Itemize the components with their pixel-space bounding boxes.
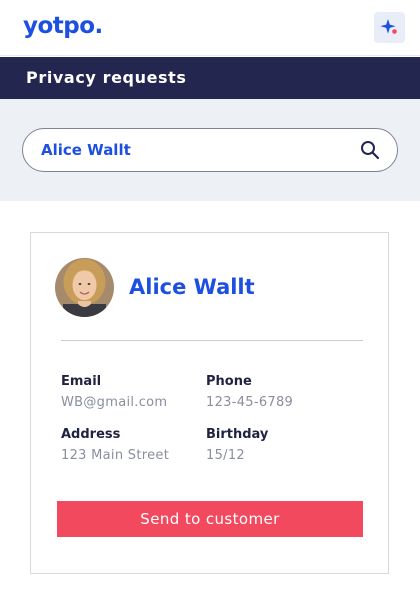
email-field: Email WB@gmail.com [61, 374, 167, 410]
phone-label: Phone [206, 374, 252, 389]
send-to-customer-button[interactable]: Send to customer [57, 501, 363, 537]
avatar-photo [55, 258, 114, 317]
phone-value: 123-45-6789 [206, 395, 294, 410]
birthday-field: Birthday 15/12 [206, 427, 268, 463]
email-label: Email [61, 374, 102, 389]
yotpo-logo[interactable]: yotpo. [23, 13, 103, 39]
address-label: Address [61, 427, 121, 442]
search-box[interactable] [22, 128, 398, 172]
customer-name: Alice Wallt [129, 275, 255, 299]
address-field: Address 123 Main Street [61, 427, 169, 463]
top-bar: yotpo. [0, 0, 420, 56]
phone-field: Phone 123-45-6789 [206, 374, 293, 410]
page-title: Privacy requests [26, 68, 187, 87]
search-icon[interactable] [360, 140, 380, 160]
sparkle-button[interactable] [374, 12, 405, 43]
search-section [0, 99, 420, 201]
address-value: 123 Main Street [61, 448, 170, 463]
birthday-value: 15/12 [206, 448, 245, 463]
customer-card: Alice Wallt Email WB@gmail.com Phone 123… [30, 232, 389, 574]
sparkle-icon [380, 19, 397, 34]
search-input[interactable] [41, 129, 351, 171]
birthday-label: Birthday [206, 427, 269, 442]
email-value: WB@gmail.com [61, 395, 168, 410]
avatar [55, 258, 114, 317]
nav-bar: Privacy requests [0, 57, 420, 99]
divider [61, 340, 363, 341]
